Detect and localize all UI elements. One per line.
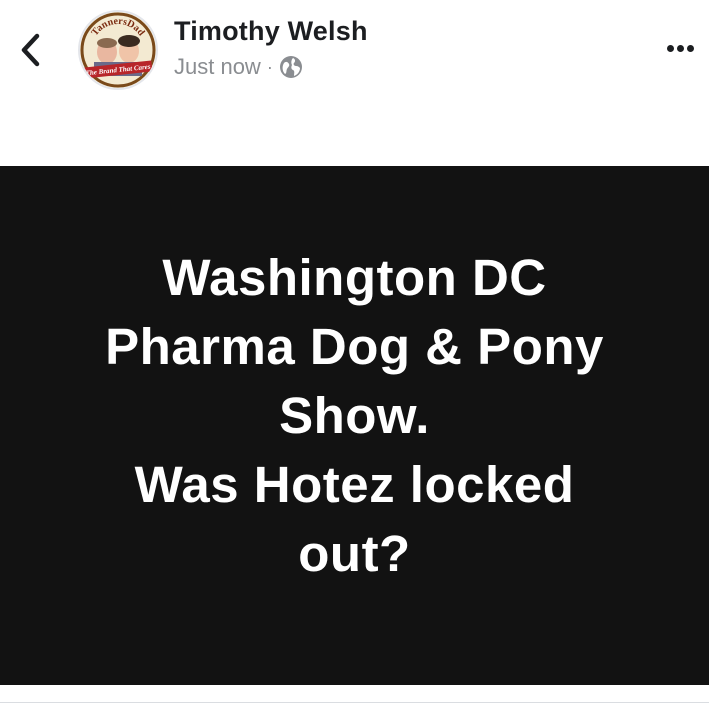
post-text-line: out? — [298, 525, 411, 582]
author-avatar[interactable]: The Brand That Cares TannersDad — [78, 10, 158, 90]
divider — [0, 702, 709, 703]
text-post-card[interactable]: Washington DC Pharma Dog & Pony Show. Wa… — [0, 166, 709, 685]
post-text-line: Washington DC — [162, 249, 547, 306]
timestamp[interactable]: Just now — [174, 54, 261, 80]
meta-separator: · — [266, 56, 273, 77]
post-text-line: Was Hotez locked — [134, 456, 575, 513]
back-button[interactable] — [14, 32, 46, 68]
more-options-button[interactable] — [660, 36, 700, 60]
author-name[interactable]: Timothy Welsh — [174, 16, 368, 47]
post-text: Washington DC Pharma Dog & Pony Show. Wa… — [35, 243, 675, 588]
ellipsis-icon — [666, 44, 674, 52]
post-text-line: Pharma Dog & Pony — [105, 318, 604, 375]
globe-icon[interactable] — [279, 55, 303, 79]
avatar-image: The Brand That Cares TannersDad — [80, 12, 156, 88]
post-meta: Just now · — [174, 54, 303, 80]
chevron-left-icon — [21, 33, 40, 67]
post-header: The Brand That Cares TannersDad Timothy … — [0, 0, 709, 112]
post-text-line: Show. — [279, 387, 430, 444]
